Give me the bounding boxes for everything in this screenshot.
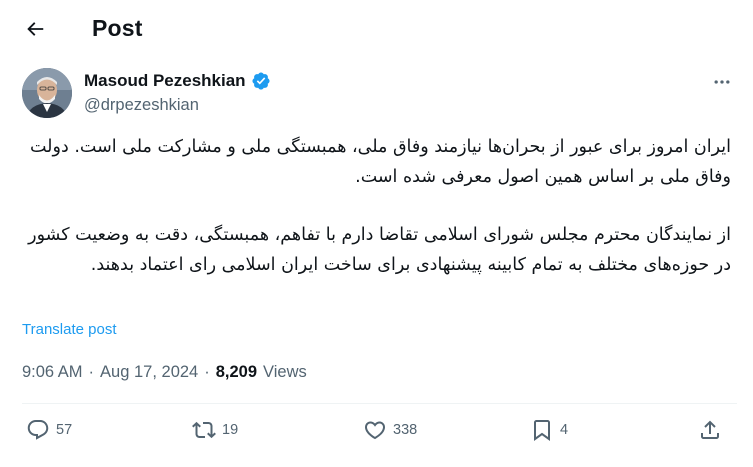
avatar[interactable] — [22, 68, 72, 118]
page-header: Post — [0, 0, 753, 60]
views-count: 8,209 — [215, 363, 258, 381]
author-name[interactable]: Masoud Pezeshkian — [84, 71, 246, 91]
author-handle[interactable]: @drpezeshkian — [84, 96, 199, 115]
page-title: Post — [92, 15, 143, 41]
bookmark-icon — [534, 420, 550, 441]
back-button[interactable] — [18, 12, 52, 46]
repost-icon — [192, 421, 216, 439]
verified-badge-icon — [252, 72, 270, 90]
avatar-image — [22, 68, 72, 118]
share-icon — [701, 420, 719, 439]
post-date[interactable]: Aug 17, 2024 — [100, 363, 198, 382]
back-arrow-icon — [27, 22, 44, 36]
author-row: Masoud Pezeshkian @drpezeshkian — [22, 68, 737, 120]
more-icon — [714, 80, 730, 84]
repost-count: 19 — [222, 422, 239, 438]
tweet-paragraph: ایران امروز برای عبور از بحران‌ها نیازمن… — [30, 137, 731, 187]
divider — [22, 403, 737, 404]
like-button[interactable]: 338 — [363, 418, 417, 442]
like-count: 338 — [393, 422, 418, 438]
repost-button[interactable]: 19 — [192, 418, 238, 442]
share-button[interactable] — [698, 418, 722, 442]
bookmark-count: 4 — [560, 422, 569, 438]
tweet-paragraph: از نمایندگان محترم مجلس شورای اسلامی تقا… — [28, 225, 731, 275]
views-label: Views — [263, 363, 307, 381]
action-bar: 57 19 338 4 — [22, 418, 737, 454]
more-button[interactable] — [707, 70, 737, 94]
tweet-text: ایران امروز برای عبور از بحران‌ها نیازمن… — [22, 133, 731, 280]
bookmark-button[interactable]: 4 — [530, 418, 568, 442]
like-icon — [364, 421, 386, 440]
meta-separator: · — [88, 363, 95, 381]
meta-separator: · — [204, 363, 210, 381]
translate-post-link[interactable]: Translate post — [22, 321, 117, 338]
post-time[interactable]: 9:06 AM — [22, 363, 83, 382]
post-meta: 9:06 AM · Aug 17, 2024 · 8,209 Views — [22, 363, 307, 382]
reply-button[interactable]: 57 — [26, 418, 72, 442]
reply-icon — [27, 420, 49, 440]
reply-count: 57 — [56, 422, 73, 438]
